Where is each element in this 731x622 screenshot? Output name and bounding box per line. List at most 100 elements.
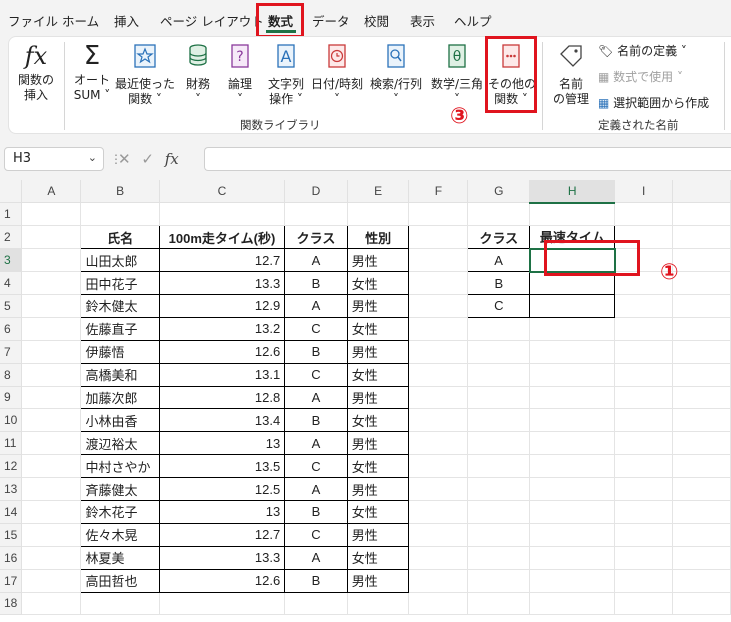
math-trig-button[interactable]: θ 数学/三角 ˅ <box>428 42 486 107</box>
cell-d18[interactable] <box>284 592 348 616</box>
chevron-down-icon[interactable]: ⌄ <box>88 151 97 164</box>
cell-b2[interactable]: 氏名 <box>80 225 160 250</box>
cell-i7[interactable] <box>614 340 673 364</box>
cell-e12[interactable]: 女性 <box>346 454 410 479</box>
cell-b9[interactable]: 加藤次郎 <box>80 385 160 410</box>
cell-f5[interactable] <box>408 294 469 318</box>
cell-e9[interactable]: 男性 <box>346 385 410 410</box>
cell-e6[interactable]: 女性 <box>346 316 410 341</box>
cell-f6[interactable] <box>408 317 469 341</box>
insert-function-button[interactable]: fx 関数の 挿入 <box>12 42 60 103</box>
cell-a7[interactable] <box>21 340 82 364</box>
cell-f4[interactable] <box>408 271 469 295</box>
cell-d6[interactable]: C <box>284 316 348 341</box>
cell-b7[interactable]: 伊藤悟 <box>80 339 160 364</box>
cell-e18[interactable] <box>347 592 410 616</box>
cell-i12[interactable] <box>614 454 673 479</box>
cell-j1[interactable] <box>672 202 731 227</box>
cell-d1[interactable] <box>284 202 348 227</box>
cell-d9[interactable]: A <box>284 385 348 410</box>
cell-f16[interactable] <box>408 546 469 570</box>
cell-f14[interactable] <box>408 500 469 524</box>
cell-b16[interactable]: 林夏美 <box>80 545 160 570</box>
cell-h1[interactable] <box>529 202 616 227</box>
tab-help[interactable]: ヘルプ <box>454 11 492 29</box>
tab-file[interactable]: ファイル <box>8 11 58 29</box>
cell-b14[interactable]: 鈴木花子 <box>80 499 160 524</box>
name-box[interactable]: H3 ⌄ <box>4 147 104 171</box>
row-header-5[interactable]: 5 <box>0 294 23 318</box>
cell-h17[interactable] <box>529 569 616 593</box>
cell-e8[interactable]: 女性 <box>346 362 410 387</box>
cell-b6[interactable]: 佐藤直子 <box>80 316 160 341</box>
cell-j6[interactable] <box>672 317 731 341</box>
cell-f17[interactable] <box>408 569 469 593</box>
cell-j5[interactable] <box>672 294 731 318</box>
logical-button[interactable]: ? 論理 ˅ <box>222 42 258 107</box>
cell-c6[interactable]: 13.2 <box>158 316 286 341</box>
cell-h11[interactable] <box>529 431 616 456</box>
cell-d16[interactable]: A <box>284 545 348 570</box>
define-name-button[interactable]: 🏷 名前の定義 ˅ <box>598 42 687 59</box>
row-header-12[interactable]: 12 <box>0 454 23 479</box>
cell-f10[interactable] <box>408 408 469 433</box>
cell-c15[interactable]: 12.7 <box>158 522 286 547</box>
cell-f3[interactable] <box>408 248 469 273</box>
row-header-1[interactable]: 1 <box>0 202 23 227</box>
row-header-4[interactable]: 4 <box>0 271 23 295</box>
cell-h7[interactable] <box>529 340 616 364</box>
cell-h9[interactable] <box>529 386 616 410</box>
row-header-2[interactable]: 2 <box>0 225 23 250</box>
row-header-17[interactable]: 17 <box>0 569 23 593</box>
cell-f15[interactable] <box>408 523 469 547</box>
cell-c4[interactable]: 13.3 <box>158 271 286 295</box>
cell-f8[interactable] <box>408 363 469 387</box>
cell-a2[interactable] <box>21 225 82 250</box>
column-header-h[interactable]: H <box>529 180 616 204</box>
cell-d15[interactable]: C <box>284 522 348 547</box>
cell-c8[interactable]: 13.1 <box>158 362 286 387</box>
cell-a3[interactable] <box>21 248 82 273</box>
cell-h15[interactable] <box>529 523 616 547</box>
cell-h14[interactable] <box>529 500 616 524</box>
cell-b11[interactable]: 渡辺裕太 <box>80 431 160 456</box>
cell-j9[interactable] <box>672 386 731 410</box>
cell-j7[interactable] <box>672 340 731 364</box>
cell-j14[interactable] <box>672 500 731 524</box>
cell-i14[interactable] <box>614 500 673 524</box>
cell-d13[interactable]: A <box>284 477 348 501</box>
cell-c16[interactable]: 13.3 <box>158 545 286 570</box>
cell-f13[interactable] <box>408 477 469 501</box>
cell-b15[interactable]: 佐々木晃 <box>80 522 160 547</box>
financial-button[interactable]: 財務 ˅ <box>180 42 216 107</box>
cell-g6[interactable] <box>467 317 531 341</box>
cell-e11[interactable]: 男性 <box>346 431 410 456</box>
row-header-10[interactable]: 10 <box>0 408 23 433</box>
cell-j12[interactable] <box>672 454 731 479</box>
cell-e14[interactable]: 女性 <box>346 499 410 524</box>
cancel-icon[interactable]: ✕ <box>118 150 131 168</box>
cell-a1[interactable] <box>21 202 82 227</box>
cell-e4[interactable]: 女性 <box>346 271 410 295</box>
cell-c3[interactable]: 12.7 <box>158 248 286 273</box>
cell-h6[interactable] <box>529 317 616 341</box>
cell-b17[interactable]: 高田哲也 <box>80 568 160 593</box>
cell-i11[interactable] <box>614 431 673 456</box>
cell-a11[interactable] <box>21 431 82 456</box>
cell-g15[interactable] <box>467 523 531 547</box>
cell-j16[interactable] <box>672 546 731 570</box>
cell-c10[interactable]: 13.4 <box>158 408 286 433</box>
cell-a8[interactable] <box>21 363 82 387</box>
cell-e5[interactable]: 男性 <box>346 293 410 318</box>
cell-g10[interactable] <box>467 408 531 433</box>
cell-c7[interactable]: 12.6 <box>158 339 286 364</box>
cell-d11[interactable]: A <box>284 431 348 456</box>
cell-j13[interactable] <box>672 477 731 501</box>
cell-i15[interactable] <box>614 523 673 547</box>
cell-g5[interactable]: C <box>467 293 531 318</box>
cell-c14[interactable]: 13 <box>158 499 286 524</box>
cell-f12[interactable] <box>408 454 469 479</box>
row-header-16[interactable]: 16 <box>0 546 23 570</box>
row-header-14[interactable]: 14 <box>0 500 23 524</box>
cell-a18[interactable] <box>21 592 82 616</box>
